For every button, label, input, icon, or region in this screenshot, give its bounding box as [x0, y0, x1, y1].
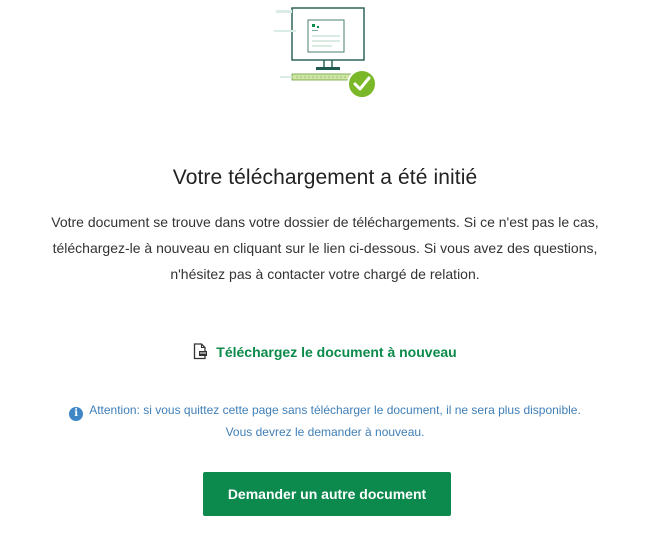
expiry-notice: i Attention: si vous quittez cette page s… [0, 399, 650, 443]
request-another-document-button[interactable]: Demander un autre document [203, 472, 451, 516]
notice-line-1: Attention: si vous quittez cette page sa… [89, 403, 581, 417]
instructions-line-3: n'hésitez pas à contacter votre chargé d… [170, 266, 480, 282]
download-again-label[interactable]: Téléchargez le document à nouveau [216, 344, 456, 360]
download-again-link[interactable]: Téléchargez le document à nouveau [0, 342, 650, 362]
info-icon: i [69, 407, 84, 421]
download-confirmation-page: Votre téléchargement a été initié Votre … [0, 0, 650, 536]
computer-download-complete-illustration [274, 7, 377, 99]
instructions-text: Votre document se trouve dans votre doss… [20, 209, 630, 287]
instructions-line-2: téléchargez-le à nouveau en cliquant sur… [52, 240, 598, 256]
page-title: Votre téléchargement a été initié [172, 166, 478, 189]
notice-line-2: Vous devrez le demander à nouveau. [225, 425, 425, 439]
document-icon [194, 343, 208, 360]
instructions-line-1: Votre document se trouve dans votre doss… [51, 214, 599, 230]
